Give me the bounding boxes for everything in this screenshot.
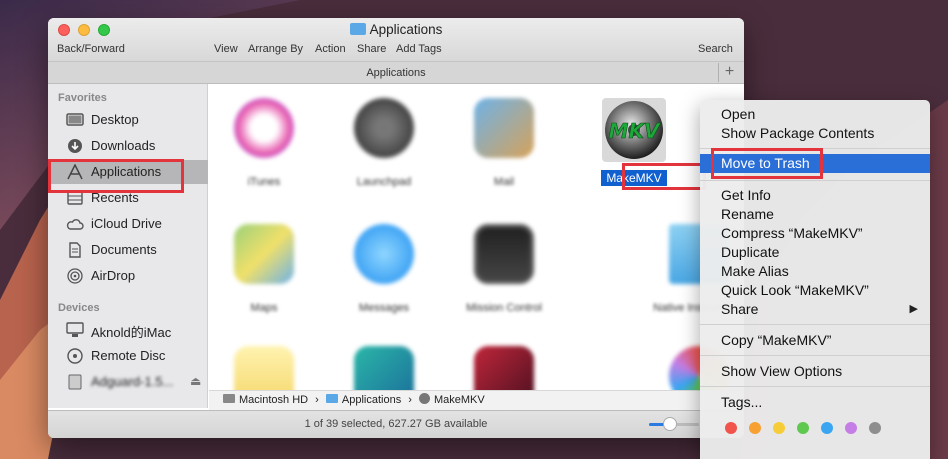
- status-text: 1 of 39 selected, 627.27 GB available: [304, 418, 488, 430]
- action-button[interactable]: Action: [315, 43, 346, 55]
- arrange-by-button[interactable]: Arrange By: [248, 43, 303, 55]
- tag-red-dot[interactable]: [725, 422, 737, 434]
- disk-image-icon: [68, 374, 82, 390]
- title-bar: Applications Back/Forward View Arrange B…: [48, 18, 744, 62]
- app-item[interactable]: iTunes: [214, 98, 314, 188]
- file-grid: iTunes Launchpad Mail MKV MakeMKV Maps M…: [209, 84, 744, 408]
- location-bar: Applications +: [48, 62, 744, 84]
- menu-item-open[interactable]: Open: [700, 105, 930, 124]
- path-segment[interactable]: MakeMKV: [419, 393, 485, 406]
- view-button[interactable]: View: [214, 43, 238, 55]
- menu-item-tags[interactable]: Tags...: [700, 393, 930, 412]
- makemkv-badge: MKV: [609, 119, 661, 143]
- documents-icon: [69, 242, 81, 258]
- cloud-icon: [66, 219, 84, 230]
- sidebar-item-imac[interactable]: Aknold的iMac: [48, 318, 208, 342]
- hard-drive-icon: [223, 394, 235, 403]
- makemkv-icon: MKV: [602, 98, 666, 162]
- eject-icon[interactable]: ⏏: [190, 374, 201, 388]
- sidebar-item-adguard[interactable]: Adguard-1.5... ⏏: [48, 370, 208, 394]
- annotation-box-makemkv: [622, 163, 706, 190]
- itunes-icon: [234, 98, 294, 158]
- location-title: Applications: [366, 67, 426, 79]
- menu-item-compress[interactable]: Compress “MakeMKV”: [700, 224, 930, 243]
- tag-green-dot[interactable]: [797, 422, 809, 434]
- finder-window: Applications Back/Forward View Arrange B…: [48, 18, 744, 438]
- sidebar-header-favorites: Favorites: [58, 92, 107, 104]
- window-title: Applications: [48, 22, 744, 37]
- menu-item-make-alias[interactable]: Make Alias: [700, 262, 930, 281]
- menu-separator: [700, 355, 930, 356]
- sidebar-item-airdrop[interactable]: AirDrop: [48, 264, 208, 288]
- sidebar: Favorites Desktop Downloads Applications…: [48, 84, 208, 408]
- desktop-icon: [66, 113, 84, 126]
- sidebar-item-documents[interactable]: Documents: [48, 238, 208, 262]
- disc-icon: [67, 348, 83, 364]
- maps-icon: [234, 224, 294, 284]
- sidebar-item-remote-disc[interactable]: Remote Disc: [48, 344, 208, 368]
- menu-item-duplicate[interactable]: Duplicate: [700, 243, 930, 262]
- app-item[interactable]: Mail: [454, 98, 554, 188]
- new-tab-button[interactable]: +: [718, 63, 740, 82]
- sidebar-item-downloads[interactable]: Downloads: [48, 134, 208, 158]
- menu-separator: [700, 324, 930, 325]
- menu-item-share[interactable]: Share ▶: [700, 300, 930, 319]
- sidebar-item-desktop[interactable]: Desktop: [48, 108, 208, 132]
- tag-yellow-dot[interactable]: [773, 422, 785, 434]
- path-bar: Macintosh HD › Applications › MakeMKV: [209, 390, 744, 410]
- tag-orange-dot[interactable]: [749, 422, 761, 434]
- menu-separator: [700, 386, 930, 387]
- imac-icon: [66, 322, 84, 337]
- launchpad-icon: [354, 98, 414, 158]
- menu-separator: [700, 180, 930, 181]
- submenu-arrow-icon: ▶: [909, 303, 918, 315]
- app-item[interactable]: Mission Control: [454, 224, 554, 314]
- tag-blue-dot[interactable]: [821, 422, 833, 434]
- airdrop-icon: [67, 268, 83, 284]
- slider-knob[interactable]: [663, 417, 677, 431]
- app-item[interactable]: Maps: [214, 224, 314, 314]
- menu-item-get-info[interactable]: Get Info: [700, 186, 930, 205]
- mail-icon: [474, 98, 534, 158]
- path-segment[interactable]: Applications: [325, 394, 401, 406]
- share-button[interactable]: Share: [357, 43, 386, 55]
- sidebar-item-icloud-drive[interactable]: iCloud Drive: [48, 212, 208, 236]
- add-tags-button[interactable]: Add Tags: [396, 43, 442, 55]
- back-forward-button[interactable]: Back/Forward: [57, 43, 125, 55]
- menu-item-copy[interactable]: Copy “MakeMKV”: [700, 331, 930, 350]
- annotation-box-move-to-trash: [711, 148, 823, 179]
- annotation-box-applications: [48, 159, 184, 193]
- menu-item-show-package-contents[interactable]: Show Package Contents: [700, 124, 930, 143]
- menu-item-rename[interactable]: Rename: [700, 205, 930, 224]
- downloads-icon: [68, 139, 82, 153]
- search-button[interactable]: Search: [698, 43, 733, 55]
- tag-gray-dot[interactable]: [869, 422, 881, 434]
- folder-icon: [349, 23, 366, 35]
- messages-icon: [354, 224, 414, 284]
- mission-control-icon: [474, 224, 534, 284]
- makemkv-small-icon: [419, 393, 430, 404]
- sidebar-header-devices: Devices: [58, 302, 100, 314]
- tag-purple-dot[interactable]: [845, 422, 857, 434]
- menu-item-quick-look[interactable]: Quick Look “MakeMKV”: [700, 281, 930, 300]
- path-segment[interactable]: Macintosh HD: [223, 394, 308, 406]
- status-bar: 1 of 39 selected, 627.27 GB available: [48, 410, 744, 438]
- app-item[interactable]: Launchpad: [334, 98, 434, 188]
- folder-icon: [325, 394, 338, 403]
- menu-item-show-view-options[interactable]: Show View Options: [700, 362, 930, 381]
- icon-size-slider[interactable]: [649, 417, 699, 431]
- app-item[interactable]: Messages: [334, 224, 434, 314]
